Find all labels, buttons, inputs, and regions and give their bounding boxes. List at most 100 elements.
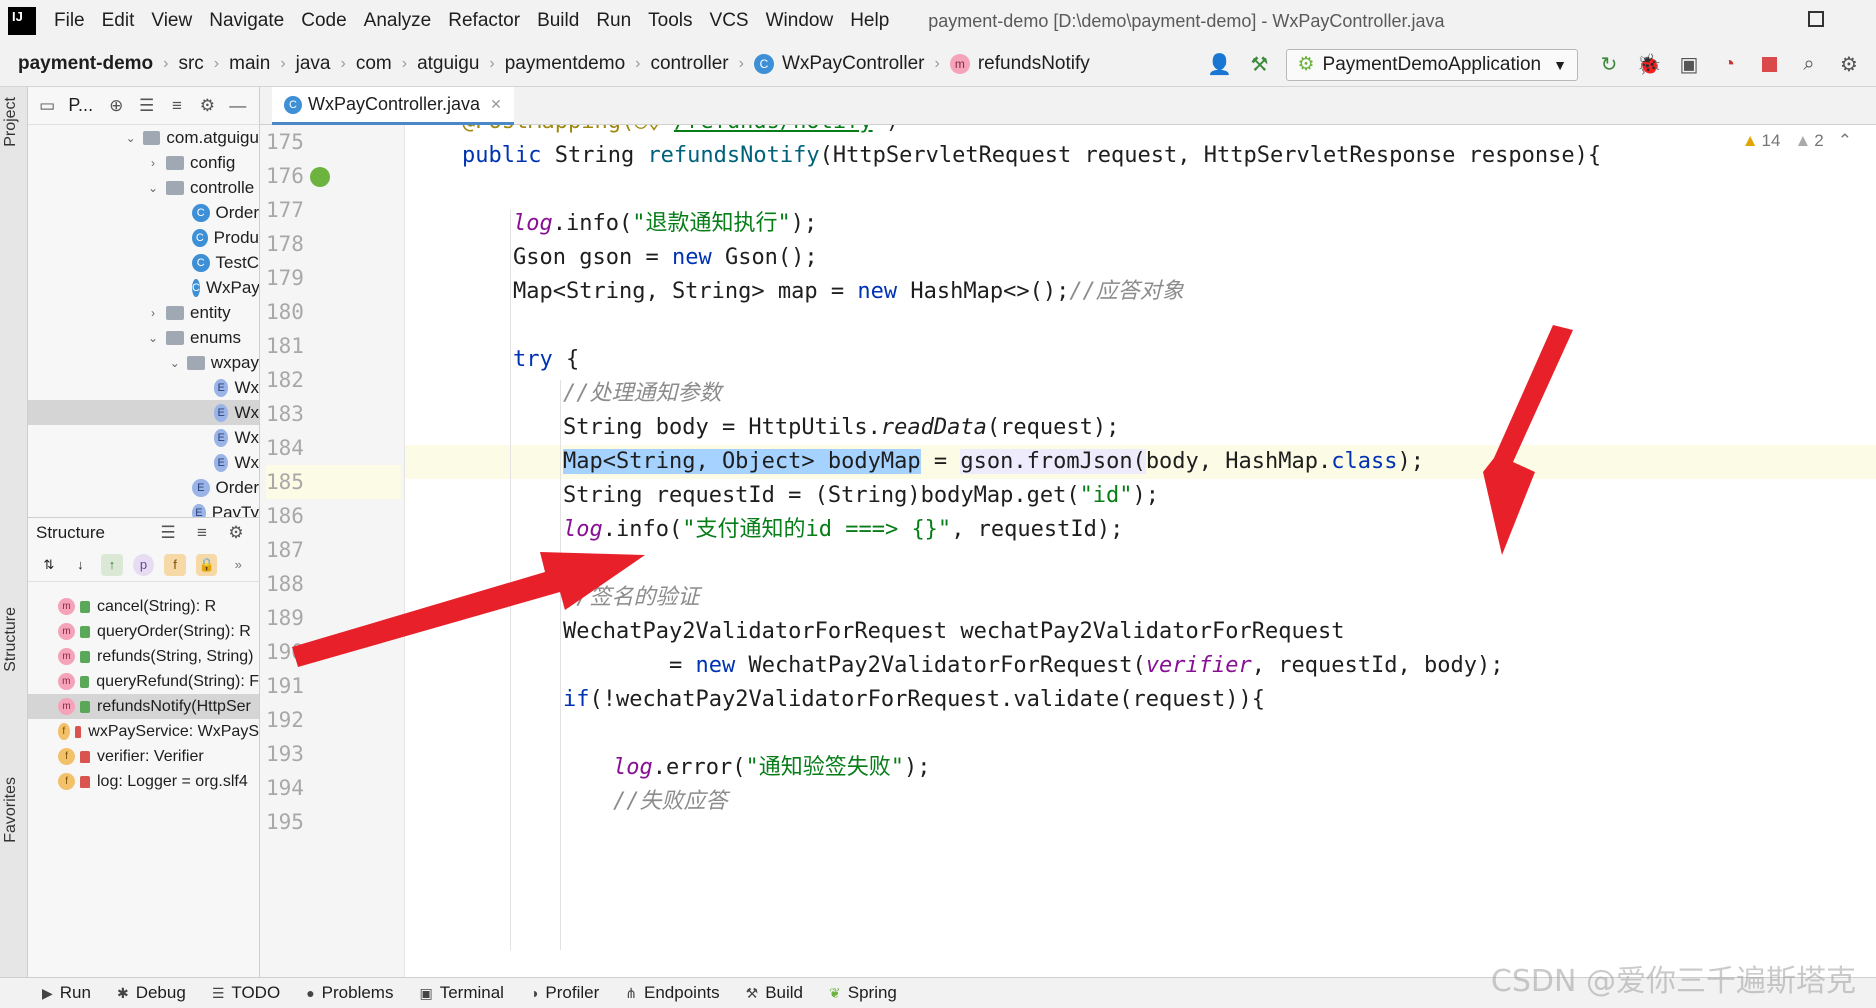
build-tool-button[interactable]: ⚒ Build (746, 983, 803, 1003)
rerun-icon[interactable]: ↻ (1596, 52, 1622, 78)
tree-node-controller[interactable]: ⌄ controlle (28, 175, 259, 200)
menu-edit[interactable]: Edit (102, 10, 135, 32)
tree-node-enums[interactable]: ⌄ enums (28, 325, 259, 350)
menu-vcs[interactable]: VCS (710, 10, 749, 32)
chevron-down-icon[interactable]: ⌄ (168, 356, 181, 370)
search-icon[interactable]: ⌕ (1796, 52, 1822, 78)
breadcrumb-item[interactable]: atguigu › (417, 53, 505, 75)
chevron-right-icon[interactable]: › (146, 306, 160, 320)
breadcrumb-item[interactable]: src › (178, 53, 229, 75)
expand-all-icon[interactable]: ☰ (137, 95, 155, 117)
breadcrumb-item[interactable]: java › (296, 53, 356, 75)
menu-run[interactable]: Run (596, 10, 631, 32)
sort-visibility-icon[interactable]: ⇅ (38, 554, 60, 576)
breadcrumb-item-method[interactable]: m refundsNotify (949, 53, 1090, 75)
line-number: 189 (266, 606, 304, 630)
tree-node-enum[interactable]: E Wx (28, 450, 259, 475)
structure-item[interactable]: f wxPayService: WxPayS (28, 719, 259, 744)
spring-endpoint-icon[interactable] (310, 167, 330, 187)
tab-wxpaycontroller[interactable]: C WxPayController.java ✕ (272, 87, 514, 125)
structure-tool-tab[interactable]: Structure (2, 607, 20, 672)
breadcrumb-item[interactable]: paymentdemo › (505, 53, 651, 75)
menu-build[interactable]: Build (537, 10, 579, 32)
breadcrumb-item[interactable]: main › (229, 53, 296, 75)
endpoints-tool-button[interactable]: ⋔ Endpoints (625, 983, 719, 1003)
menu-analyze[interactable]: Analyze (364, 10, 432, 32)
debug-tool-button[interactable]: ✱ Debug (117, 983, 186, 1003)
breadcrumb-item[interactable]: payment-demo › (18, 53, 178, 75)
tree-node-class[interactable]: C TestC (28, 250, 259, 275)
tree-node-class[interactable]: C WxPay (28, 275, 259, 300)
tree-node-class[interactable]: C Order (28, 200, 259, 225)
more-icon[interactable]: » (227, 554, 249, 576)
gear-icon[interactable]: ⚙ (198, 95, 216, 117)
chevron-down-icon[interactable]: ⌄ (146, 331, 160, 345)
tree-node-enum[interactable]: E Wx (28, 425, 259, 450)
menu-refactor[interactable]: Refactor (448, 10, 520, 32)
inspection-summary[interactable]: ▲ 14 ▲ 2 ⌃ (1742, 131, 1852, 151)
collapse-all-icon[interactable]: ≡ (191, 522, 213, 544)
chevron-right-icon[interactable]: › (146, 156, 160, 170)
menu-tools[interactable]: Tools (648, 10, 692, 32)
restore-window-icon[interactable] (1808, 11, 1824, 27)
code-editor[interactable]: ▲14 ▲2 ⌃ @PostMapping(◎⌄"/refunds/notify… (405, 125, 1876, 977)
menu-code[interactable]: Code (301, 10, 346, 32)
show-non-public-icon[interactable]: 🔒 (195, 553, 218, 576)
tree-node-class[interactable]: C Produ (28, 225, 259, 250)
menu-navigate[interactable]: Navigate (209, 10, 284, 32)
tree-node-wxpay[interactable]: ⌄ wxpay (28, 350, 259, 375)
tree-node-enum[interactable]: E Wx (28, 375, 259, 400)
structure-item[interactable]: m refundsNotify(HttpSer (28, 694, 259, 719)
menu-file[interactable]: File (54, 10, 85, 32)
show-fields-icon[interactable]: f (164, 553, 186, 576)
structure-item[interactable]: m cancel(String): R (28, 594, 259, 619)
chevron-down-icon[interactable]: ⌄ (146, 181, 160, 195)
tree-node-entity[interactable]: › entity (28, 300, 259, 325)
structure-item[interactable]: m queryOrder(String): R (28, 619, 259, 644)
expand-all-icon[interactable]: ☰ (157, 522, 179, 544)
debug-icon[interactable]: 🐞 (1636, 52, 1662, 78)
terminal-tool-button[interactable]: ▣ Terminal (419, 983, 503, 1003)
menu-window[interactable]: Window (766, 10, 834, 32)
chevron-down-icon[interactable]: ⌄ (124, 131, 137, 145)
collapse-all-icon[interactable]: ≡ (168, 95, 186, 117)
tree-node-enum[interactable]: E Order (28, 475, 259, 500)
tree-node-config[interactable]: › config (28, 150, 259, 175)
menu-view[interactable]: View (151, 10, 192, 32)
breadcrumb-item-class[interactable]: C WxPayController › (753, 53, 950, 75)
structure-item[interactable]: f verifier: Verifier (28, 744, 259, 769)
structure-item[interactable]: f log: Logger = org.slf4 (28, 769, 259, 794)
run-configuration-select[interactable]: ⚙ PaymentDemoApplication ▼ (1286, 48, 1578, 81)
breadcrumb-item[interactable]: com › (356, 53, 417, 75)
chevron-up-icon[interactable]: ⌃ (1838, 131, 1852, 151)
user-icon[interactable]: 👤 (1206, 52, 1232, 78)
profiler-tool-button[interactable]: ◑ Profiler (530, 983, 599, 1003)
sort-alpha-icon[interactable]: ↓ (70, 554, 92, 576)
project-view-icon[interactable]: ▭ (38, 95, 56, 117)
problems-tool-button[interactable]: ● Problems (306, 983, 393, 1003)
inherited-icon[interactable]: ↑ (101, 553, 123, 576)
tree-node-package[interactable]: ⌄ com.atguigu (28, 125, 259, 150)
tree-node-enum[interactable]: E Wx (28, 400, 259, 425)
breadcrumb-item[interactable]: controller › (650, 53, 753, 75)
gear-icon[interactable]: ⚙ (225, 522, 247, 544)
run-tool-button[interactable]: ▶ Run (42, 983, 91, 1003)
project-view-select[interactable]: P... (68, 95, 93, 116)
favorites-tool-tab[interactable]: Favorites (2, 777, 20, 843)
hide-icon[interactable]: — (229, 95, 247, 117)
structure-item[interactable]: m refunds(String, String) (28, 644, 259, 669)
tree-node-enum[interactable]: E PayTy (28, 500, 259, 517)
settings-icon[interactable]: ⚙ (1836, 52, 1862, 78)
hammer-build-icon[interactable]: ⚒ (1246, 52, 1272, 78)
todo-tool-button[interactable]: ☰ TODO (212, 983, 280, 1003)
stop-icon[interactable] (1756, 52, 1782, 78)
show-properties-icon[interactable]: p (132, 553, 155, 576)
menu-help[interactable]: Help (850, 10, 889, 32)
locate-icon[interactable]: ⊕ (107, 95, 125, 117)
coverage-icon[interactable]: ▣ (1676, 52, 1702, 78)
close-icon[interactable]: ✕ (490, 96, 502, 113)
spring-tool-button[interactable]: ❦ Spring (829, 983, 897, 1003)
project-tool-tab[interactable]: Project (2, 97, 20, 147)
structure-item[interactable]: m queryRefund(String): F (28, 669, 259, 694)
profile-icon[interactable]: ◔ (1716, 52, 1742, 78)
